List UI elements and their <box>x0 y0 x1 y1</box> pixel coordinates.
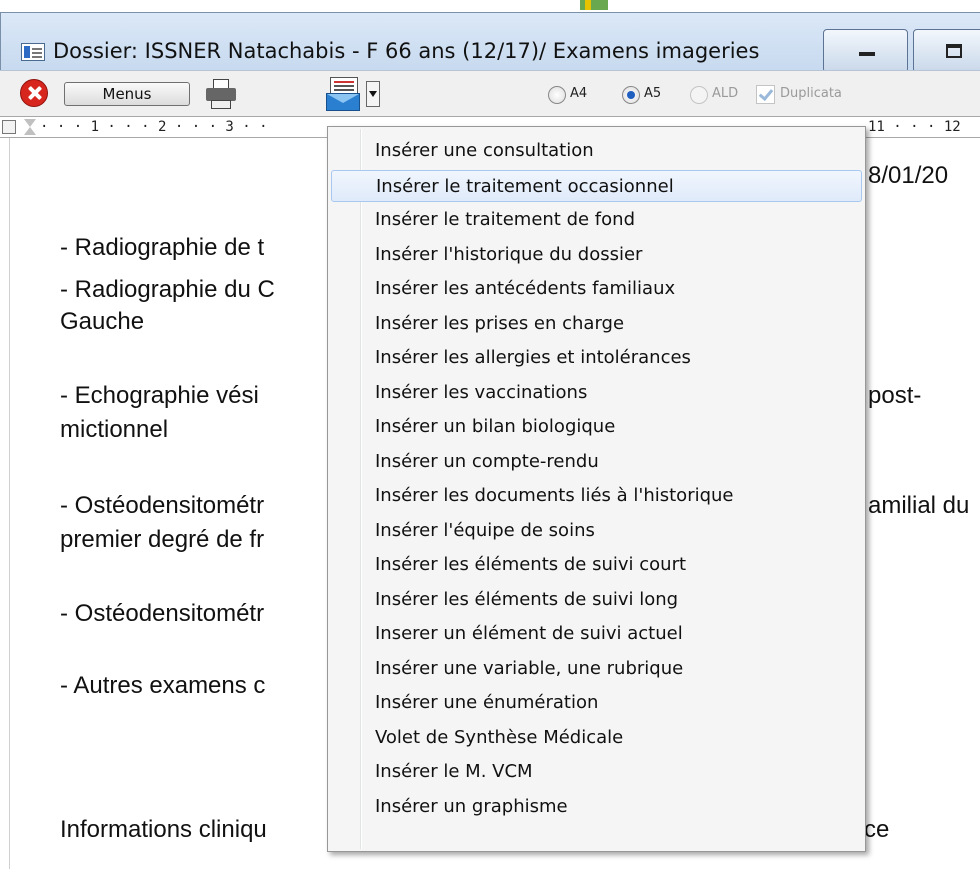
menu-item[interactable]: Inserer un élément de suivi actuel <box>331 618 862 650</box>
document-line: - Ostéodensitométr <box>60 492 265 519</box>
desktop-strip <box>0 0 980 12</box>
document-date-fragment: 8/01/20 <box>868 162 949 189</box>
document-line: Gauche <box>60 308 145 335</box>
menu-item-label: Insérer l'historique du dossier <box>375 243 643 265</box>
maximize-button[interactable] <box>913 29 980 73</box>
menu-item[interactable]: Insérer les antécédents familiaux <box>331 273 862 305</box>
menu-item[interactable]: Insérer un graphisme <box>331 791 862 823</box>
menu-item-label: Insérer l'équipe de soins <box>375 519 595 541</box>
taskbar-fragment-accent <box>585 0 591 10</box>
radio-ald-label: ALD <box>712 86 739 101</box>
document-line: - Radiographie du C <box>60 276 275 303</box>
menu-item-label: Insérer les prises en charge <box>375 312 625 334</box>
close-icon[interactable] <box>20 79 48 107</box>
menu-item-label: Insérer une énumération <box>375 692 599 713</box>
menu-item-label: Insérer les éléments de suivi long <box>375 588 679 610</box>
menu-item[interactable]: Insérer une consultation <box>331 135 862 167</box>
menu-item[interactable]: Insérer les vaccinations <box>331 377 862 409</box>
tab-stop-selector[interactable] <box>2 120 16 134</box>
menu-item[interactable]: Insérer les éléments de suivi long <box>331 584 862 616</box>
menu-item[interactable]: Insérer une énumération <box>331 687 862 719</box>
insert-document-icon[interactable] <box>326 77 366 111</box>
document-fragment-familial: amilial du <box>868 492 970 519</box>
radio-a4-label: A4 <box>570 86 588 101</box>
menu-item-label: Insérer une consultation <box>375 140 594 161</box>
menu-item-label: Insérer les allergies et intolérances <box>375 347 691 368</box>
document-line: - Autres examens c <box>60 672 266 699</box>
document-line: premier degré de fr <box>60 526 265 553</box>
menu-item-label: Insérer les vaccinations <box>375 381 588 403</box>
minimize-icon <box>859 52 875 56</box>
duplicata-label: Duplicata <box>780 86 842 101</box>
menu-item-label: Inserer un élément de suivi actuel <box>375 623 683 644</box>
insert-dropdown-menu: Insérer une consultation Insérer le trait… <box>327 126 866 852</box>
radio-a5[interactable] <box>622 86 640 104</box>
minimize-button[interactable] <box>823 29 908 73</box>
ruler-ticks-right: 11 · · · 12 <box>868 119 961 135</box>
menu-item[interactable]: Insérer le M. VCM <box>331 756 862 788</box>
menu-item-label: Insérer le M. VCM <box>375 761 533 782</box>
menu-item[interactable]: Insérer les prises en charge <box>331 308 862 340</box>
document-fragment-ce: ce <box>864 816 890 843</box>
menu-item[interactable]: Insérer les allergies et intolérances <box>331 342 862 374</box>
menu-item[interactable]: Insérer une variable, une rubrique <box>331 653 862 685</box>
menu-item-label: Insérer une variable, une rubrique <box>375 657 684 679</box>
menu-item-label: Insérer un graphisme <box>375 795 568 817</box>
maximize-icon <box>946 44 962 58</box>
radio-a4[interactable] <box>548 86 566 104</box>
left-indent-marker[interactable] <box>24 127 36 135</box>
menus-button[interactable]: Menus <box>64 82 190 106</box>
document-line: - Radiographie de t <box>60 234 265 261</box>
menu-item-label: Insérer un compte-rendu <box>375 450 599 472</box>
menu-item[interactable]: Insérer les éléments de suivi court <box>331 549 862 581</box>
first-line-indent-marker[interactable] <box>24 119 36 127</box>
menu-item[interactable]: Insérer l'historique du dossier <box>331 239 862 271</box>
menu-item-label: Volet de Synthèse Médicale <box>375 726 624 748</box>
menu-item-label: Insérer le traitement occasionnel <box>376 175 674 197</box>
app-icon[interactable] <box>21 43 45 61</box>
document-fragment-post: post- <box>868 382 922 409</box>
radio-a5-label: A5 <box>644 86 662 101</box>
menu-item[interactable]: Insérer un bilan biologique <box>331 411 862 443</box>
document-margin <box>0 138 10 869</box>
menu-item-label: Insérer les documents liés à l'historiqu… <box>375 485 734 506</box>
document-line: Informations cliniqu <box>60 816 267 843</box>
menu-item[interactable]: Volet de Synthèse Médicale <box>331 722 862 754</box>
document-line: mictionnel <box>60 416 169 443</box>
menu-item-label: Insérer un bilan biologique <box>375 416 616 437</box>
menu-item[interactable]: Insérer le traitement occasionnel <box>331 169 862 202</box>
document-line: - Ostéodensitométr <box>60 600 265 627</box>
document-line: - Echographie vési <box>60 382 259 409</box>
window-title: Dossier: ISSNER Natachabis - F 66 ans (1… <box>53 39 760 63</box>
menu-item-label: Insérer les antécédents familiaux <box>375 278 676 299</box>
toolbar: Menus A4 A5 ALD Duplicata <box>0 70 980 117</box>
menu-item[interactable]: Insérer un compte-rendu <box>331 446 862 478</box>
menu-item[interactable]: Insérer l'équipe de soins <box>331 515 862 547</box>
menu-item[interactable]: Insérer les documents liés à l'historiqu… <box>331 480 862 512</box>
printer-icon[interactable] <box>206 79 236 109</box>
ruler-ticks-left: · · · 1 · · · 2 · · · 3 · · <box>40 119 268 135</box>
menu-item[interactable]: Insérer le traitement de fond <box>331 204 862 236</box>
insert-dropdown-arrow[interactable] <box>366 81 380 107</box>
radio-ald <box>690 86 708 104</box>
duplicata-checkbox <box>756 85 775 104</box>
menu-item-label: Insérer le traitement de fond <box>375 209 635 230</box>
menu-item-label: Insérer les éléments de suivi court <box>375 554 687 575</box>
